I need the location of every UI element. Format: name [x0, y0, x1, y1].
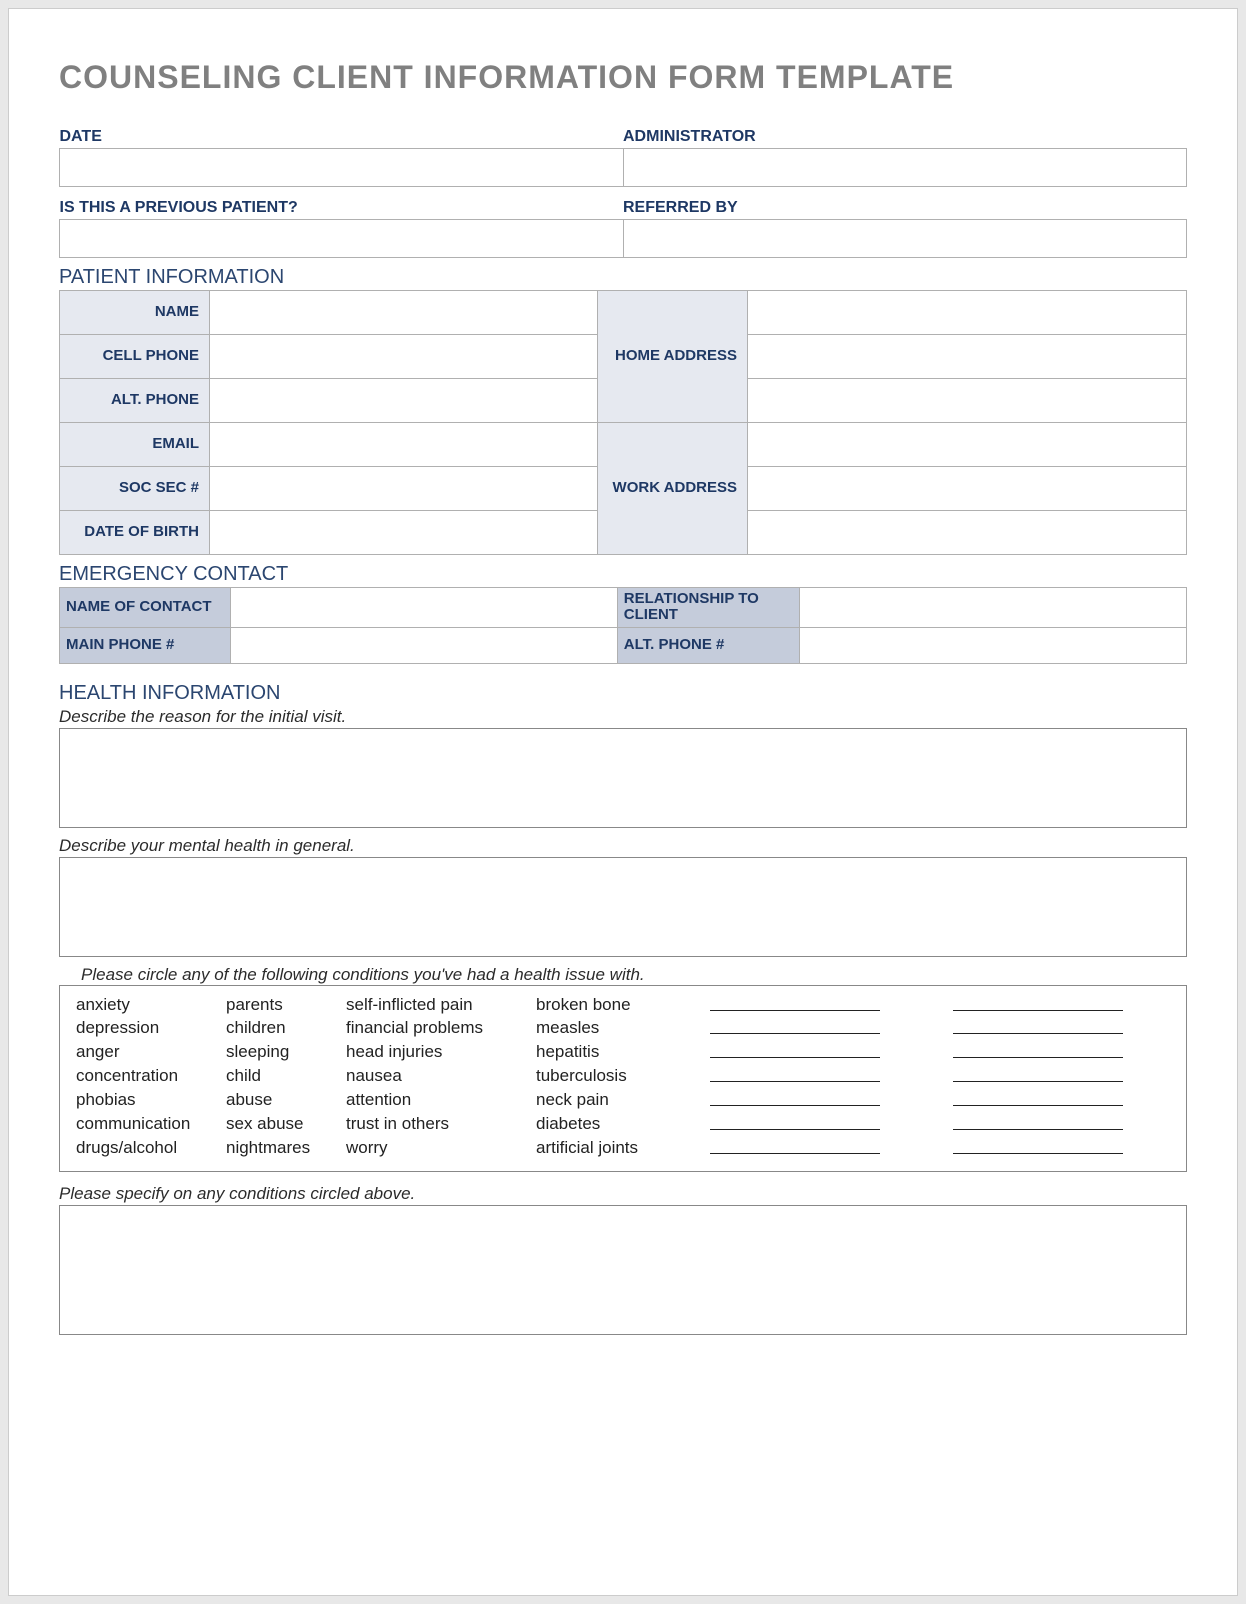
- ref-label: REFERRED BY: [623, 195, 1187, 220]
- blank-line[interactable]: [690, 1041, 900, 1065]
- blank-line[interactable]: [690, 1137, 900, 1161]
- reason-prompt: Describe the reason for the initial visi…: [59, 707, 1187, 727]
- ec-alt-label: ALT. PHONE #: [617, 627, 799, 663]
- blank-line[interactable]: [690, 1017, 900, 1041]
- ec-alt-input[interactable]: [799, 627, 1186, 663]
- name-input[interactable]: [210, 290, 598, 334]
- condition-item[interactable]: anger: [70, 1041, 220, 1065]
- blank-line[interactable]: [900, 1089, 1176, 1113]
- home-address-label: HOME ADDRESS: [598, 290, 748, 422]
- admin-label: ADMINISTRATOR: [623, 124, 1187, 149]
- mental-input[interactable]: [59, 857, 1187, 957]
- cell-input[interactable]: [210, 334, 598, 378]
- header-grid: DATE ADMINISTRATOR IS THIS A PREVIOUS PA…: [59, 124, 1187, 258]
- work-address-line2[interactable]: [748, 466, 1187, 510]
- date-input[interactable]: [60, 149, 624, 187]
- condition-item[interactable]: trust in others: [340, 1113, 530, 1137]
- ec-rel-label: RELATIONSHIP TO CLIENT: [617, 587, 799, 627]
- condition-item[interactable]: head injuries: [340, 1041, 530, 1065]
- ec-rel-input[interactable]: [799, 587, 1186, 627]
- condition-item[interactable]: measles: [530, 1017, 690, 1041]
- ssn-label: SOC SEC #: [60, 466, 210, 510]
- condition-item[interactable]: broken bone: [530, 994, 690, 1018]
- condition-item[interactable]: attention: [340, 1089, 530, 1113]
- emergency-section-label: EMERGENCY CONTACT: [59, 563, 1187, 586]
- condition-item[interactable]: children: [220, 1017, 340, 1041]
- dob-input[interactable]: [210, 510, 598, 554]
- condition-item[interactable]: worry: [340, 1137, 530, 1161]
- condition-item[interactable]: artificial joints: [530, 1137, 690, 1161]
- condition-item[interactable]: diabetes: [530, 1113, 690, 1137]
- condition-item[interactable]: sex abuse: [220, 1113, 340, 1137]
- condition-item[interactable]: child: [220, 1065, 340, 1089]
- email-input[interactable]: [210, 422, 598, 466]
- ec-name-input[interactable]: [230, 587, 617, 627]
- blank-line[interactable]: [900, 1113, 1176, 1137]
- condition-item[interactable]: nightmares: [220, 1137, 340, 1161]
- condition-item[interactable]: hepatitis: [530, 1041, 690, 1065]
- condition-item[interactable]: concentration: [70, 1065, 220, 1089]
- conditions-prompt: Please circle any of the following condi…: [59, 965, 1187, 985]
- mental-prompt: Describe your mental health in general.: [59, 836, 1187, 856]
- blank-line[interactable]: [690, 1065, 900, 1089]
- condition-item[interactable]: financial problems: [340, 1017, 530, 1041]
- condition-item[interactable]: anxiety: [70, 994, 220, 1018]
- work-address-line1[interactable]: [748, 422, 1187, 466]
- prev-label: IS THIS A PREVIOUS PATIENT?: [60, 195, 624, 220]
- condition-item[interactable]: nausea: [340, 1065, 530, 1089]
- admin-input[interactable]: [623, 149, 1187, 187]
- ec-main-label: MAIN PHONE #: [60, 627, 231, 663]
- email-label: EMAIL: [60, 422, 210, 466]
- page-title: COUNSELING CLIENT INFORMATION FORM TEMPL…: [59, 59, 1187, 96]
- specify-input[interactable]: [59, 1205, 1187, 1335]
- form-page: COUNSELING CLIENT INFORMATION FORM TEMPL…: [8, 8, 1238, 1596]
- patient-table: NAME HOME ADDRESS CELL PHONE ALT. PHONE …: [59, 290, 1187, 555]
- work-address-line3[interactable]: [748, 510, 1187, 554]
- emergency-table: NAME OF CONTACT RELATIONSHIP TO CLIENT M…: [59, 587, 1187, 664]
- condition-item[interactable]: parents: [220, 994, 340, 1018]
- condition-item[interactable]: abuse: [220, 1089, 340, 1113]
- blank-line[interactable]: [900, 1041, 1176, 1065]
- home-address-line3[interactable]: [748, 378, 1187, 422]
- blank-line[interactable]: [900, 1065, 1176, 1089]
- name-label: NAME: [60, 290, 210, 334]
- ssn-input[interactable]: [210, 466, 598, 510]
- prev-input[interactable]: [60, 219, 624, 257]
- ec-main-input[interactable]: [230, 627, 617, 663]
- conditions-table: anxietyparentsself-inflicted painbroken …: [70, 994, 1176, 1162]
- work-address-label: WORK ADDRESS: [598, 422, 748, 554]
- blank-line[interactable]: [690, 994, 900, 1018]
- condition-item[interactable]: tuberculosis: [530, 1065, 690, 1089]
- health-section-label: HEALTH INFORMATION: [59, 682, 1187, 705]
- blank-line[interactable]: [690, 1113, 900, 1137]
- ec-name-label: NAME OF CONTACT: [60, 587, 231, 627]
- condition-item[interactable]: sleeping: [220, 1041, 340, 1065]
- condition-item[interactable]: self-inflicted pain: [340, 994, 530, 1018]
- blank-line[interactable]: [900, 1137, 1176, 1161]
- reason-input[interactable]: [59, 728, 1187, 828]
- blank-line[interactable]: [900, 1017, 1176, 1041]
- patient-section-label: PATIENT INFORMATION: [59, 266, 1187, 289]
- altphone-label: ALT. PHONE: [60, 378, 210, 422]
- date-label: DATE: [60, 124, 624, 149]
- ref-input[interactable]: [623, 219, 1187, 257]
- condition-item[interactable]: depression: [70, 1017, 220, 1041]
- specify-prompt: Please specify on any conditions circled…: [59, 1184, 1187, 1204]
- condition-item[interactable]: neck pain: [530, 1089, 690, 1113]
- condition-item[interactable]: phobias: [70, 1089, 220, 1113]
- cell-label: CELL PHONE: [60, 334, 210, 378]
- altphone-input[interactable]: [210, 378, 598, 422]
- home-address-line1[interactable]: [748, 290, 1187, 334]
- blank-line[interactable]: [900, 994, 1176, 1018]
- home-address-line2[interactable]: [748, 334, 1187, 378]
- condition-item[interactable]: drugs/alcohol: [70, 1137, 220, 1161]
- conditions-box: anxietyparentsself-inflicted painbroken …: [59, 985, 1187, 1173]
- dob-label: DATE OF BIRTH: [60, 510, 210, 554]
- condition-item[interactable]: communication: [70, 1113, 220, 1137]
- blank-line[interactable]: [690, 1089, 900, 1113]
